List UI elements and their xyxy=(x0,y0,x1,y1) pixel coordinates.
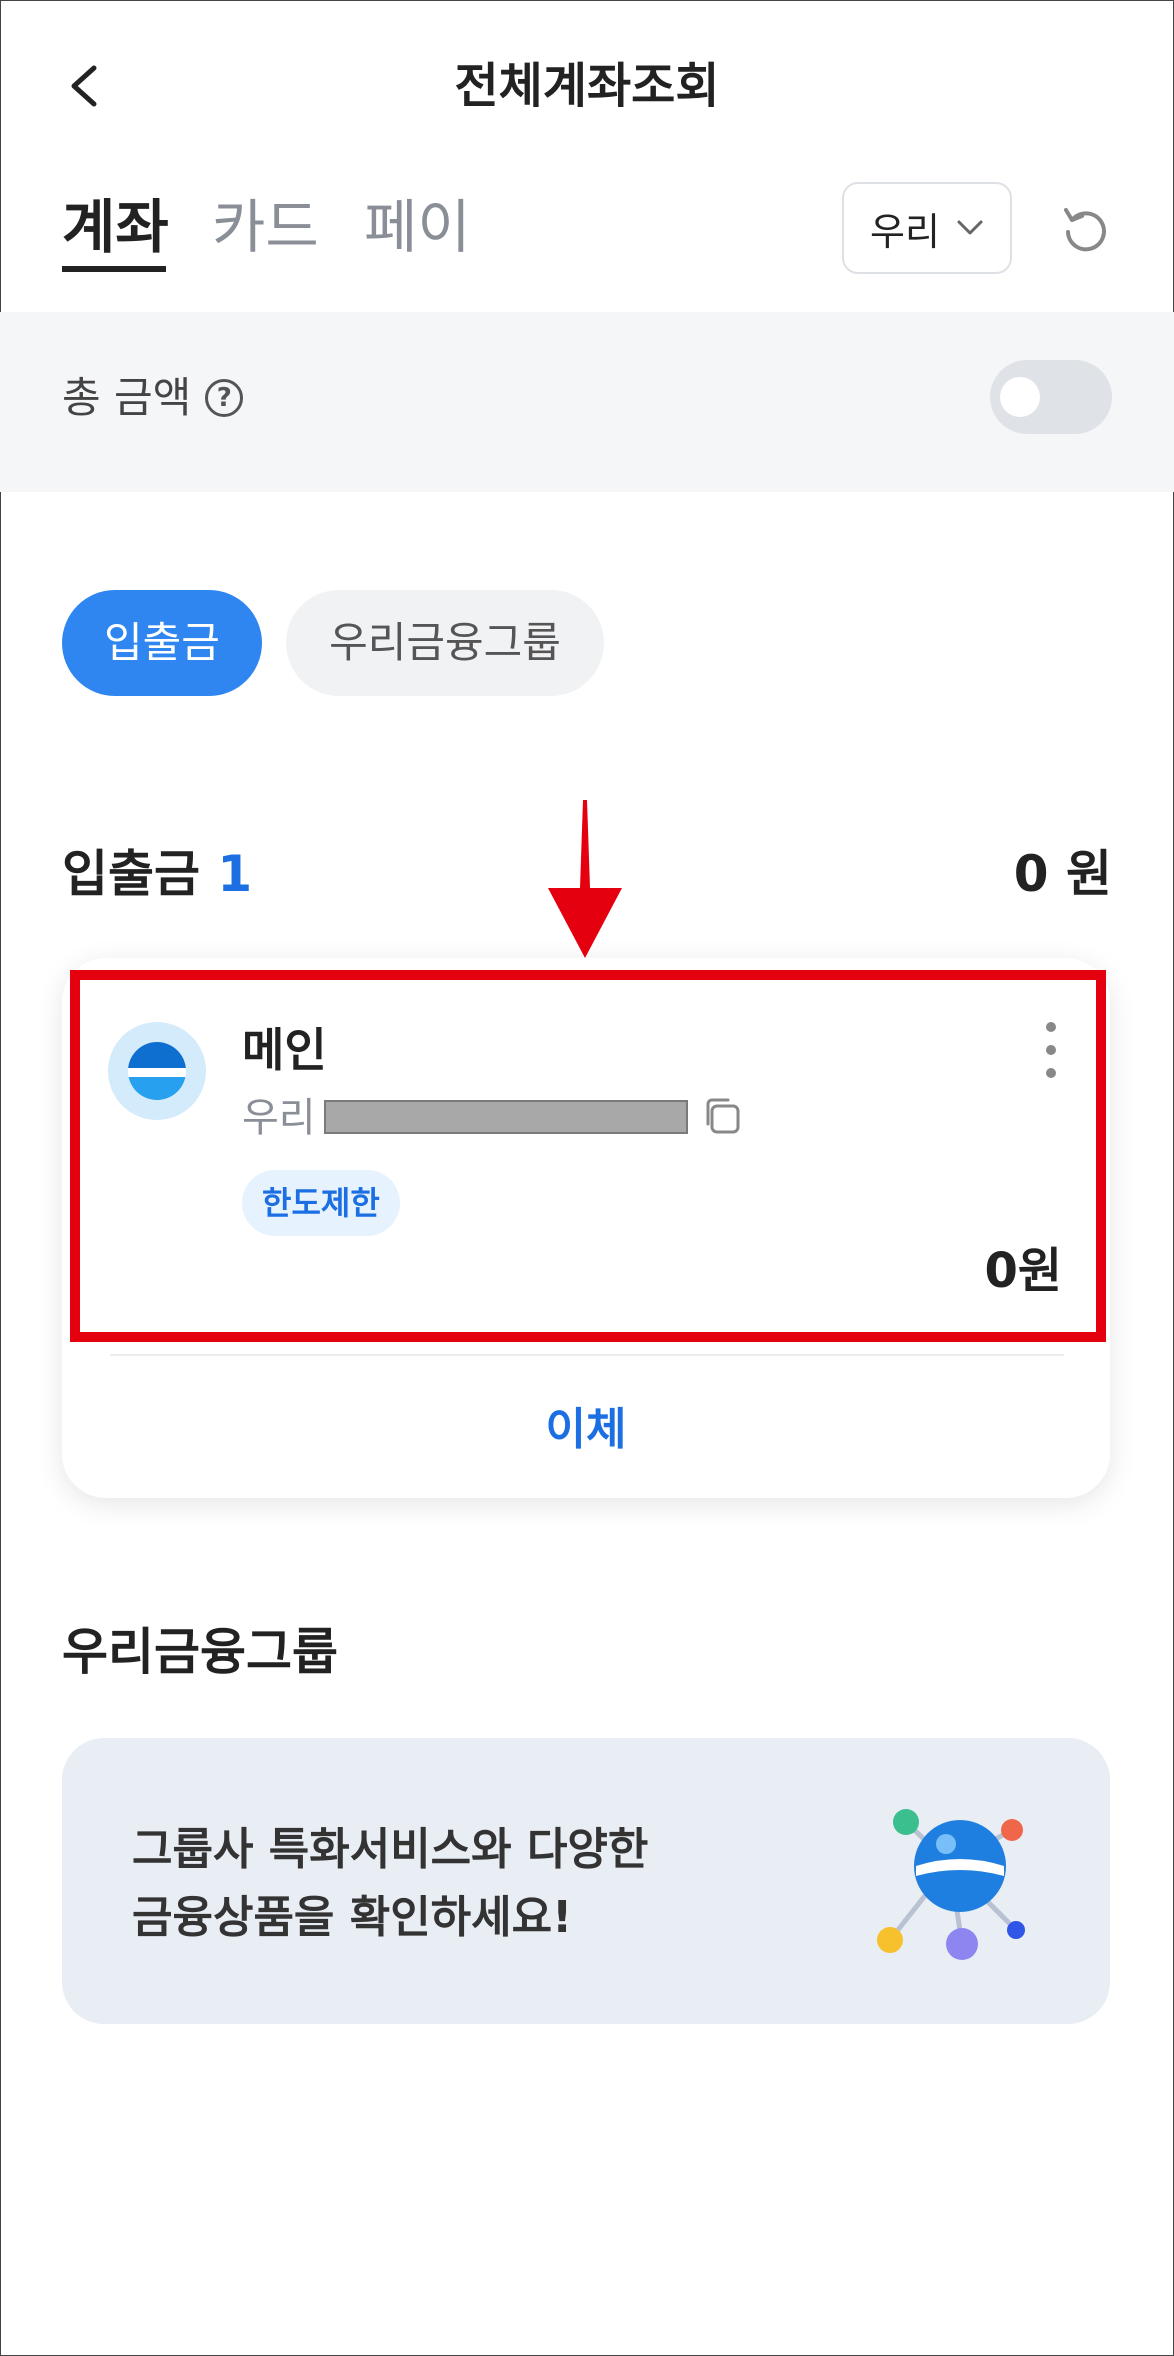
deposit-section-label: 입출금 xyxy=(62,845,200,903)
tab-pay[interactable]: 페이 xyxy=(364,192,471,262)
refresh-button[interactable] xyxy=(1056,200,1116,260)
deposit-section-title: 입출금 1 xyxy=(62,842,252,906)
group-banner-text: 그룹사 특화서비스와 다양한 금융상품을 확인하세요! xyxy=(132,1816,648,1952)
card-divider xyxy=(110,1354,1064,1356)
transfer-button[interactable]: 이체 xyxy=(62,1382,1110,1478)
page-title: 전체계좌조회 xyxy=(454,58,720,114)
banner-line-2: 금융상품을 확인하세요! xyxy=(132,1892,573,1943)
banner-line-1: 그룹사 특화서비스와 다양한 xyxy=(132,1824,649,1875)
bank-filter-dropdown[interactable]: 우리 xyxy=(842,182,1012,274)
red-arrow-icon xyxy=(548,800,622,958)
highlight-box xyxy=(70,970,1106,1342)
chip-deposit[interactable]: 입출금 xyxy=(62,590,262,696)
chip-woori-group[interactable]: 우리금융그룹 xyxy=(286,590,604,696)
refresh-icon xyxy=(1064,208,1106,252)
toggle-knob xyxy=(1000,377,1040,417)
group-section-title: 우리금융그룹 xyxy=(62,1623,338,1681)
tab-card[interactable]: 카드 xyxy=(212,192,319,262)
question-circle-icon[interactable]: ? xyxy=(205,379,244,417)
deposit-section-amount: 0 원 xyxy=(1013,845,1112,903)
total-amount-row: 총 금액 ? xyxy=(62,370,244,426)
chevron-down-icon xyxy=(957,220,983,235)
total-amount-toggle[interactable] xyxy=(990,360,1112,434)
molecule-illustration-icon xyxy=(877,1809,1025,1960)
bank-filter-value: 우리 xyxy=(870,209,940,254)
total-amount-label: 총 금액 xyxy=(62,373,192,422)
tab-active-underline xyxy=(62,266,166,272)
deposit-section-count: 1 xyxy=(217,845,253,903)
tab-account[interactable]: 계좌 xyxy=(62,192,169,262)
